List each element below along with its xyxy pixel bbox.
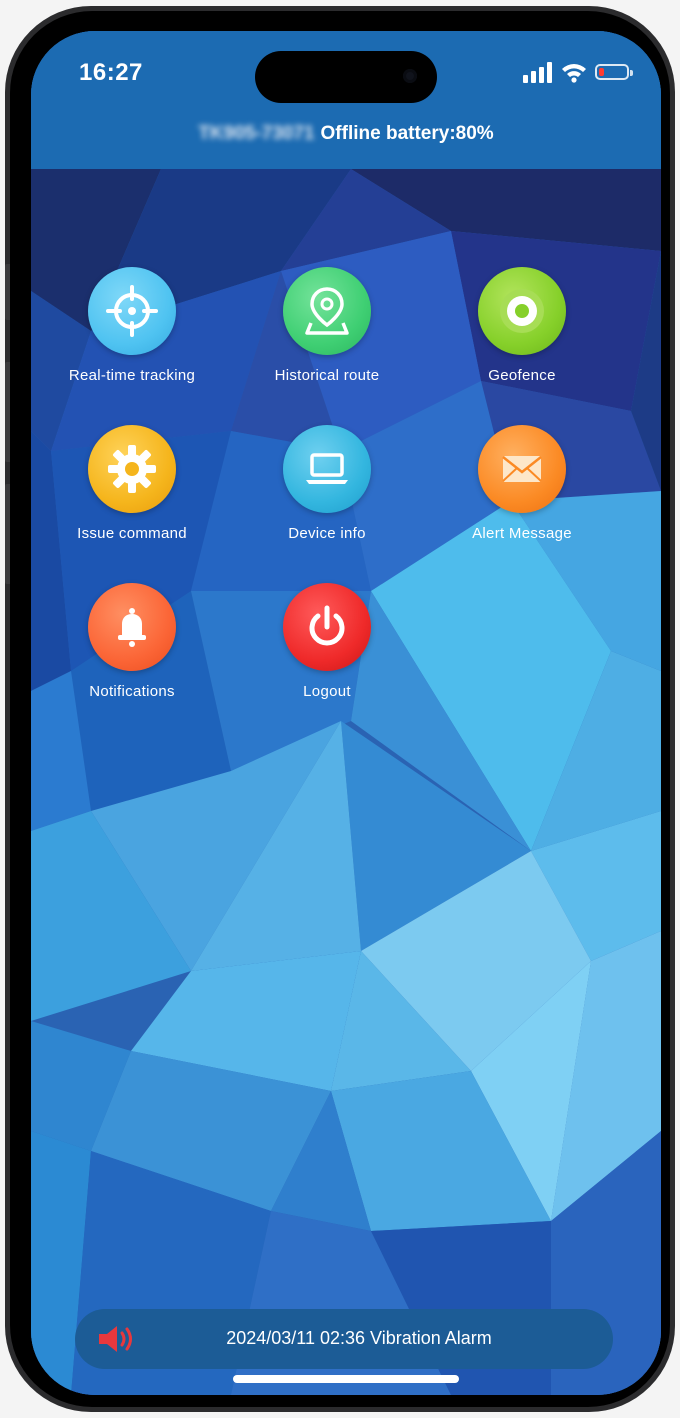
menu-realtime-tracking[interactable]: Real-time tracking xyxy=(34,267,230,384)
crosshair-icon xyxy=(88,267,176,355)
menu-label: Alert Message xyxy=(472,525,572,542)
menu-label: Real-time tracking xyxy=(68,367,196,384)
map-pin-icon xyxy=(283,267,371,355)
alarm-text: 2024/03/11 02:36 Vibration Alarm xyxy=(226,1328,492,1348)
menu-notifications[interactable]: Notifications xyxy=(34,583,230,700)
low-poly-background xyxy=(31,31,661,1395)
power-icon xyxy=(283,583,371,671)
battery-cap xyxy=(630,70,633,76)
device-id: TK905-73071 xyxy=(198,123,315,144)
bell-icon xyxy=(88,583,176,671)
status-bar: 16:27 TK905-73071 Offline battery:80% xyxy=(31,31,661,169)
menu-geofence[interactable]: Geofence xyxy=(424,267,620,384)
menu-device-info[interactable]: Device info xyxy=(229,425,425,542)
menu-label: Notifications xyxy=(89,683,175,700)
latest-alarm-bar[interactable]: 2024/03/11 02:36 Vibration Alarm xyxy=(75,1309,613,1369)
battery-low-icon xyxy=(595,64,629,80)
wifi-icon xyxy=(562,64,586,83)
clock: 16:27 xyxy=(79,59,143,86)
menu-logout[interactable]: Logout xyxy=(229,583,425,700)
menu-alert-message[interactable]: Alert Message xyxy=(424,425,620,542)
app-screen: 16:27 TK905-73071 Offline battery:80% Re… xyxy=(31,31,661,1395)
signal-bars-icon xyxy=(523,62,552,83)
menu-label: Device info xyxy=(288,525,366,542)
menu-label: Issue command xyxy=(77,525,187,542)
menu-label: Historical route xyxy=(274,367,380,384)
home-indicator[interactable] xyxy=(233,1375,459,1383)
front-camera-icon xyxy=(403,69,417,83)
menu-issue-command[interactable]: Issue command xyxy=(34,425,230,542)
envelope-icon xyxy=(478,425,566,513)
status-icons xyxy=(523,61,635,85)
device-status-line: TK905-73071 Offline battery:80% xyxy=(31,123,661,145)
gear-icon xyxy=(88,425,176,513)
menu-label: Geofence xyxy=(488,367,556,384)
dynamic-island xyxy=(255,51,437,103)
menu-historical-route[interactable]: Historical route xyxy=(229,267,425,384)
menu-label: Logout xyxy=(303,683,351,700)
target-circle-icon xyxy=(478,267,566,355)
device-status-text: Offline battery:80% xyxy=(320,123,494,144)
laptop-icon xyxy=(283,425,371,513)
battery-level xyxy=(599,68,604,76)
